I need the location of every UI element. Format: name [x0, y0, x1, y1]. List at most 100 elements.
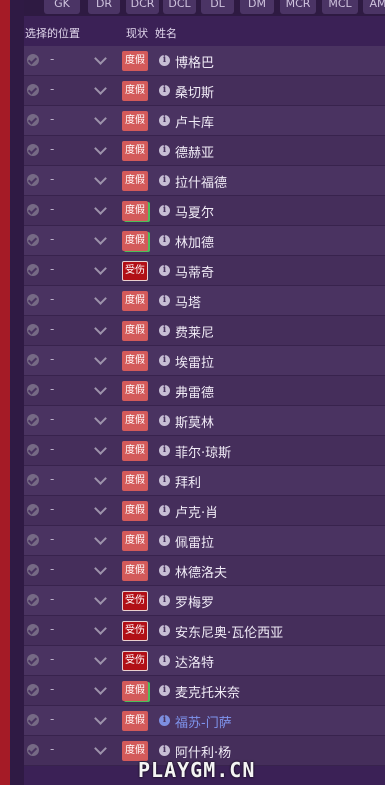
tab-position-dm[interactable]: DM	[240, 0, 274, 14]
table-row[interactable]: - 度假 i 马夏尔	[24, 196, 385, 226]
check-icon[interactable]	[27, 534, 39, 546]
player-name[interactable]: 罗梅罗	[175, 592, 214, 611]
table-row[interactable]: - 度假 i 弗雷德	[24, 376, 385, 406]
table-row[interactable]: - 受伤 i 马蒂奇	[24, 256, 385, 286]
player-name[interactable]: 费莱尼	[175, 322, 214, 341]
chevron-down-icon[interactable]	[94, 742, 107, 755]
info-icon[interactable]: i	[159, 475, 170, 486]
chevron-down-icon[interactable]	[94, 352, 107, 365]
player-name[interactable]: 斯莫林	[175, 412, 214, 431]
info-icon[interactable]: i	[159, 715, 170, 726]
info-icon[interactable]: i	[159, 205, 170, 216]
table-row[interactable]: - 度假 i 麦克托米奈	[24, 676, 385, 706]
table-row[interactable]: - 度假 i 博格巴	[24, 46, 385, 76]
header-selected-position[interactable]: 选择的位置	[25, 25, 80, 41]
chevron-down-icon[interactable]	[94, 322, 107, 335]
check-icon[interactable]	[27, 384, 39, 396]
check-icon[interactable]	[27, 144, 39, 156]
check-icon[interactable]	[27, 564, 39, 576]
chevron-down-icon[interactable]	[94, 412, 107, 425]
chevron-down-icon[interactable]	[94, 82, 107, 95]
player-name[interactable]: 拉什福德	[175, 172, 227, 191]
tab-position-dcr[interactable]: DCR	[126, 0, 159, 14]
tab-position-mcr[interactable]: MCR	[280, 0, 316, 14]
player-name[interactable]: 弗雷德	[175, 382, 214, 401]
info-icon[interactable]: i	[159, 265, 170, 276]
tab-position-dr[interactable]: DR	[88, 0, 120, 14]
info-icon[interactable]: i	[159, 685, 170, 696]
header-status[interactable]: 现状	[126, 25, 148, 41]
player-name[interactable]: 马夏尔	[175, 202, 214, 221]
info-icon[interactable]: i	[159, 175, 170, 186]
check-icon[interactable]	[27, 174, 39, 186]
info-icon[interactable]: i	[159, 115, 170, 126]
table-row[interactable]: - 度假 i 德赫亚	[24, 136, 385, 166]
table-row[interactable]: - 受伤 i 安东尼奥·瓦伦西亚	[24, 616, 385, 646]
table-row[interactable]: - 度假 i 福苏-门萨	[24, 706, 385, 736]
table-row[interactable]: - 受伤 i 罗梅罗	[24, 586, 385, 616]
tab-position-am[interactable]: AM	[363, 0, 385, 14]
chevron-down-icon[interactable]	[94, 442, 107, 455]
table-row[interactable]: - 度假 i 卢卡库	[24, 106, 385, 136]
player-name[interactable]: 佩雷拉	[175, 532, 214, 551]
check-icon[interactable]	[27, 84, 39, 96]
table-row[interactable]: - 度假 i 马塔	[24, 286, 385, 316]
player-name[interactable]: 菲尔·琼斯	[175, 442, 231, 461]
table-row[interactable]: - 度假 i 菲尔·琼斯	[24, 436, 385, 466]
info-icon[interactable]: i	[159, 595, 170, 606]
check-icon[interactable]	[27, 294, 39, 306]
player-name[interactable]: 卢卡库	[175, 112, 214, 131]
chevron-down-icon[interactable]	[94, 712, 107, 725]
info-icon[interactable]: i	[159, 325, 170, 336]
table-row[interactable]: - 受伤 i 达洛特	[24, 646, 385, 676]
player-name[interactable]: 桑切斯	[175, 82, 214, 101]
check-icon[interactable]	[27, 234, 39, 246]
tab-position-dl[interactable]: DL	[201, 0, 234, 14]
player-name[interactable]: 福苏-门萨	[175, 712, 232, 731]
player-name[interactable]: 林加德	[175, 232, 214, 251]
player-name[interactable]: 德赫亚	[175, 142, 214, 161]
chevron-down-icon[interactable]	[94, 142, 107, 155]
chevron-down-icon[interactable]	[94, 622, 107, 635]
info-icon[interactable]: i	[159, 625, 170, 636]
check-icon[interactable]	[27, 654, 39, 666]
info-icon[interactable]: i	[159, 295, 170, 306]
check-icon[interactable]	[27, 714, 39, 726]
chevron-down-icon[interactable]	[94, 112, 107, 125]
check-icon[interactable]	[27, 744, 39, 756]
player-name[interactable]: 马蒂奇	[175, 262, 214, 281]
chevron-down-icon[interactable]	[94, 592, 107, 605]
player-name[interactable]: 博格巴	[175, 52, 214, 71]
info-icon[interactable]: i	[159, 385, 170, 396]
check-icon[interactable]	[27, 504, 39, 516]
check-icon[interactable]	[27, 444, 39, 456]
check-icon[interactable]	[27, 324, 39, 336]
player-name[interactable]: 卢克·肖	[175, 502, 218, 521]
chevron-down-icon[interactable]	[94, 262, 107, 275]
tab-position-gk[interactable]: GK	[44, 0, 80, 14]
table-row[interactable]: - 度假 i 佩雷拉	[24, 526, 385, 556]
player-name[interactable]: 达洛特	[175, 652, 214, 671]
chevron-down-icon[interactable]	[94, 502, 107, 515]
table-row[interactable]: - 度假 i 拜利	[24, 466, 385, 496]
table-row[interactable]: - 度假 i 斯莫林	[24, 406, 385, 436]
player-name[interactable]: 林德洛夫	[175, 562, 227, 581]
table-row[interactable]: - 度假 i 林德洛夫	[24, 556, 385, 586]
player-name[interactable]: 埃雷拉	[175, 352, 214, 371]
chevron-down-icon[interactable]	[94, 52, 107, 65]
tab-position-mcl[interactable]: MCL	[322, 0, 358, 14]
chevron-down-icon[interactable]	[94, 532, 107, 545]
check-icon[interactable]	[27, 474, 39, 486]
check-icon[interactable]	[27, 264, 39, 276]
table-row[interactable]: - 度假 i 卢克·肖	[24, 496, 385, 526]
check-icon[interactable]	[27, 594, 39, 606]
check-icon[interactable]	[27, 624, 39, 636]
info-icon[interactable]: i	[159, 415, 170, 426]
info-icon[interactable]: i	[159, 145, 170, 156]
player-name[interactable]: 马塔	[175, 292, 201, 311]
chevron-down-icon[interactable]	[94, 652, 107, 665]
chevron-down-icon[interactable]	[94, 562, 107, 575]
info-icon[interactable]: i	[159, 535, 170, 546]
tab-position-dcl[interactable]: DCL	[163, 0, 196, 14]
chevron-down-icon[interactable]	[94, 382, 107, 395]
